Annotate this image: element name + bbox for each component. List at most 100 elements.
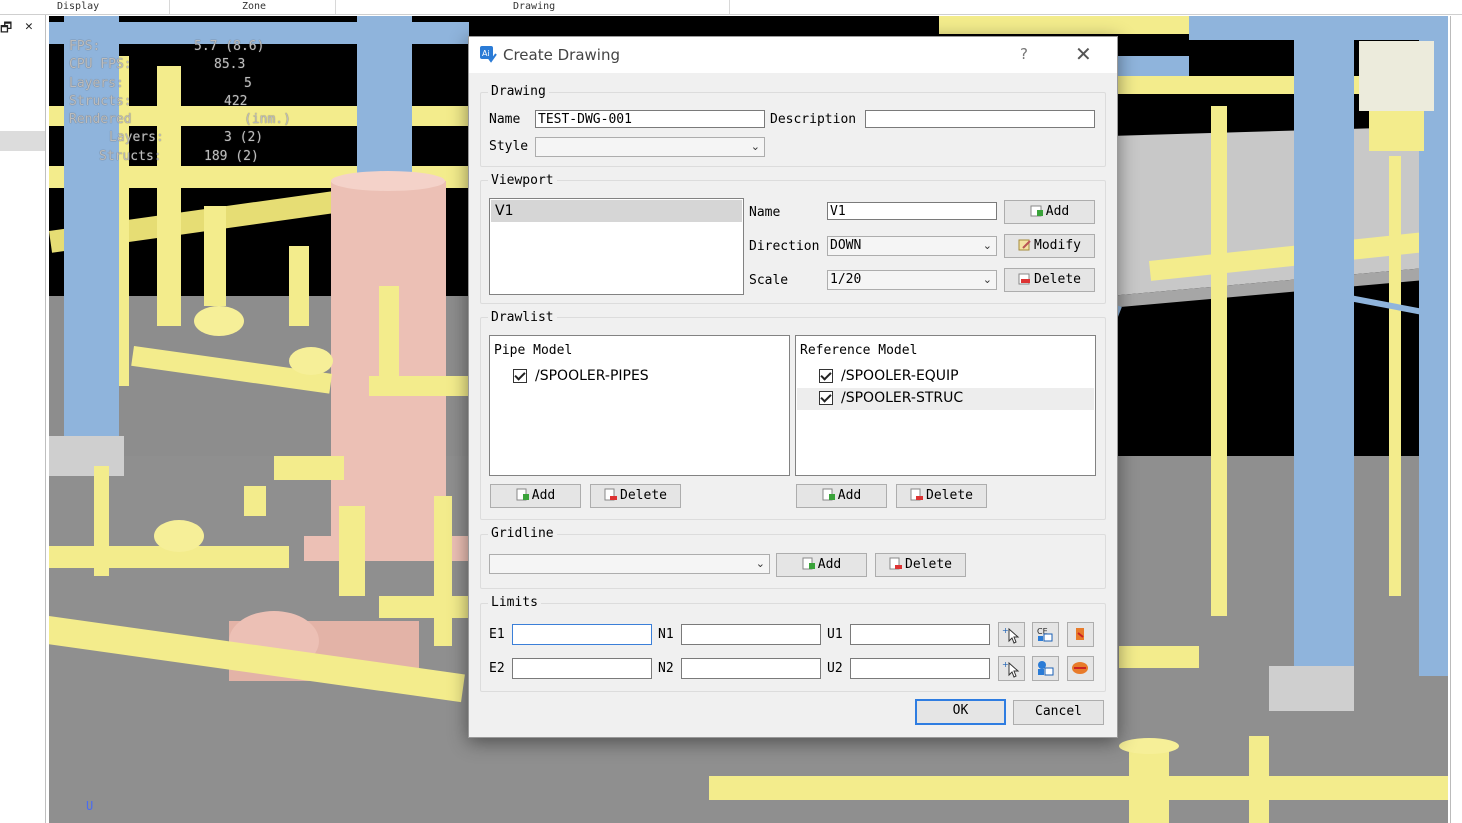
limits-element-button[interactable] [1067,622,1094,647]
n2-input[interactable] [681,658,821,679]
left-panel-selected-row[interactable] [0,131,45,151]
u2-input[interactable] [850,658,990,679]
viewport-modify-button[interactable]: Modify [1004,234,1095,258]
u1-label: U1 [827,627,843,642]
viewport-modify-label: Modify [1034,238,1081,253]
add-icon [1030,203,1043,217]
reference-model-item[interactable]: /SPOOLER-EQUIP [797,366,1094,388]
u1-input[interactable] [850,624,990,645]
create-drawing-dialog: Ai Create Drawing ? ✕ Drawing Name TEST-… [468,36,1118,738]
cursor-pick-icon: + [1002,626,1020,644]
reference-model-delete-button[interactable]: Delete [896,484,987,508]
close-icon[interactable]: ✕ [25,19,33,34]
header-col-display[interactable]: Display [0,0,170,14]
stat-value: 3 (2) [224,130,264,146]
stat-key: Structs: [99,148,162,164]
scale-value: 1/20 [830,272,862,287]
restore-icon[interactable]: 🗗 [0,19,12,41]
cancel-button[interactable]: Cancel [1013,700,1104,725]
reference-model-item-label: /SPOOLER-STRUC [841,390,964,406]
add-icon [516,487,529,501]
axis-indicator: U [86,799,94,813]
pipe-model-delete-button[interactable]: Delete [590,484,681,508]
pipe-model-item[interactable]: /SPOOLER-PIPES [491,366,788,388]
pipe-model-add-button[interactable]: Add [490,484,581,508]
e1-label: E1 [489,627,505,642]
chevron-down-icon: ⌄ [750,140,760,153]
gridline-delete-button[interactable]: Delete [875,553,966,577]
stat-key: Structs: [69,93,132,109]
stat-value: 189 (2) [204,148,259,164]
style-select[interactable]: ⌄ [535,137,765,157]
help-icon[interactable]: ? [1020,45,1028,63]
left-panel-header: 🗗 ✕ [0,19,45,36]
reference-model-tree[interactable]: Reference Model /SPOOLER-EQUIP /SPOOLER-… [795,335,1096,476]
ce-limits-icon: CE [1037,627,1053,642]
limits-ce-button[interactable]: CE [1032,622,1059,647]
delete-icon [889,556,903,570]
stat-key: Rendered [69,112,132,128]
pipe-model-item-label: /SPOOLER-PIPES [535,368,649,384]
add-icon [802,556,815,570]
drawing-group-label: Drawing [488,84,549,99]
reference-model-item[interactable]: /SPOOLER-STRUC [797,388,1094,410]
app-icon: Ai [480,46,497,63]
viewport-list[interactable]: V1 [489,198,744,295]
viewport-add-button[interactable]: Add [1004,200,1095,224]
viewport-name-input[interactable]: V1 [827,202,997,220]
ok-button[interactable]: OK [915,699,1006,725]
e1-input[interactable] [512,624,652,645]
scale-label: Scale [749,273,789,288]
direction-label: Direction [749,239,820,254]
stat-value: 5.7 (8.6) [194,39,265,54]
right-edge-strip [1450,16,1462,823]
checkbox-checked-icon[interactable] [513,369,527,383]
limits-drawlist-button[interactable] [1067,656,1094,681]
checkbox-checked-icon[interactable] [819,391,833,405]
viewport-list-item[interactable]: V1 [491,200,742,222]
edit-icon [1018,237,1031,251]
pipe-model-tree[interactable]: Pipe Model /SPOOLER-PIPES [489,335,790,476]
viewport-delete-button[interactable]: Delete [1004,268,1095,292]
cursor-pick-icon: + [1002,660,1020,678]
gridline-delete-label: Delete [905,557,952,572]
top-header: Display Zone Drawing [0,0,1462,15]
limits-list-button[interactable] [1032,656,1059,681]
drawlist-group-label: Drawlist [488,310,557,325]
delete-icon [1018,271,1031,285]
drawing-name-input[interactable]: TEST-DWG-001 [535,110,765,128]
close-icon[interactable]: ✕ [1075,42,1092,66]
stat-value: 85.3 [214,57,246,73]
stat-key: FPS: [69,39,101,54]
scale-select[interactable]: 1/20 ⌄ [827,270,997,290]
header-col-drawing[interactable]: Drawing [336,0,730,14]
header-display-label: Display [57,1,100,12]
direction-select[interactable]: DOWN ⌄ [827,236,997,256]
pick-cursor-button-2[interactable]: + [998,656,1025,681]
reference-model-add-button[interactable]: Add [796,484,887,508]
pick-cursor-button[interactable]: + [998,622,1025,647]
checkbox-checked-icon[interactable] [819,369,833,383]
stat-key: Layers: [69,75,124,91]
description-input[interactable] [865,110,1095,128]
stat-value: 422 [224,93,248,109]
drawing-name-label: Name [489,112,521,127]
e2-input[interactable] [512,658,652,679]
chevron-down-icon: ⌄ [755,557,765,570]
header-col-zone[interactable]: Zone [170,0,336,14]
gridline-select[interactable]: ⌄ [489,554,770,574]
n1-input[interactable] [681,624,821,645]
add-icon [822,487,835,501]
viewport-delete-label: Delete [1034,272,1081,287]
gridline-add-button[interactable]: Add [776,553,867,577]
chevron-down-icon: ⌄ [982,273,992,286]
drawlist-limits-icon [1072,662,1088,674]
left-panel: 🗗 ✕ [0,15,46,823]
list-limits-icon [1038,661,1054,676]
stat-value: 5 [244,75,252,91]
n2-label: N2 [658,661,674,676]
dialog-titlebar[interactable]: Ai Create Drawing ? ✕ [469,37,1117,73]
description-label: Description [770,112,857,127]
pipe-model-add-label: Add [531,488,556,503]
svg-text:+: + [1002,626,1009,635]
